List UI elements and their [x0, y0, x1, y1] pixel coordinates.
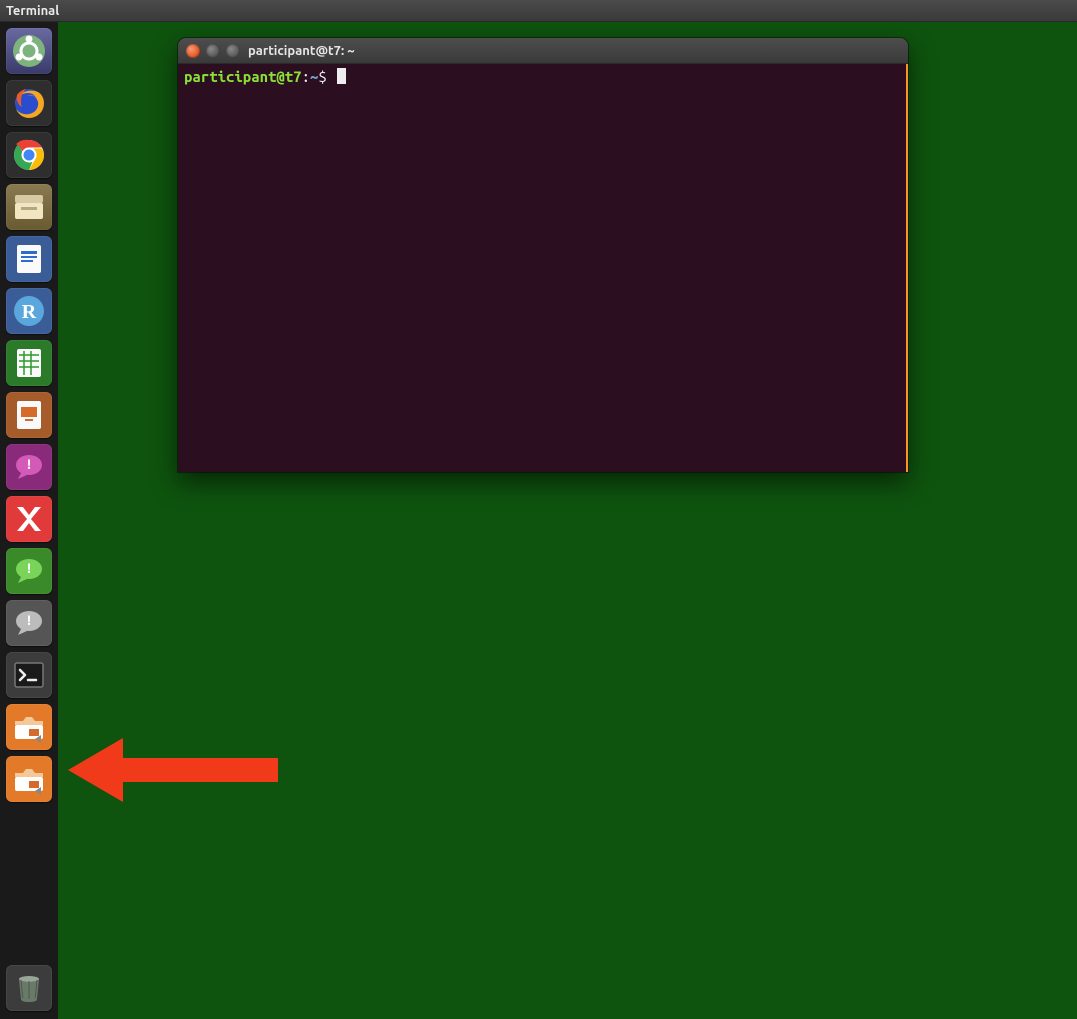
svg-text:!: ! [27, 560, 31, 576]
launcher-chat-purple[interactable]: ! [6, 444, 52, 490]
screenshot2-icon [11, 761, 47, 797]
chat-green-icon: ! [11, 553, 47, 589]
window-maximize-button[interactable] [226, 44, 240, 58]
calc-icon [11, 345, 47, 381]
screenshot1-icon [11, 709, 47, 745]
ubuntu-icon [11, 33, 47, 69]
annotation-arrow [68, 730, 288, 810]
launcher-impress[interactable] [6, 392, 52, 438]
trash-icon [11, 970, 47, 1006]
launcher-chat-grey[interactable]: ! [6, 600, 52, 646]
launcher-screenshot-1[interactable] [6, 704, 52, 750]
window-buttons [186, 44, 240, 58]
launcher-writer[interactable] [6, 236, 52, 282]
terminal-cursor [337, 68, 346, 84]
xmind-icon [11, 501, 47, 537]
menu-app-name: Terminal [6, 4, 59, 18]
window-close-button[interactable] [186, 44, 200, 58]
writer-icon [11, 241, 47, 277]
prompt-user-host: participant@t7 [184, 68, 302, 85]
top-menu-bar[interactable]: Terminal [0, 0, 1077, 22]
window-titlebar[interactable]: participant@t7: ~ [178, 38, 908, 64]
chrome-icon [11, 137, 47, 173]
desktop[interactable]: participant@t7: ~ participant@t7:~$ [58, 22, 1077, 1019]
rstudio-icon: R [11, 293, 47, 329]
unity-launcher: R ! [0, 22, 58, 1019]
launcher-rstudio[interactable]: R [6, 288, 52, 334]
window-minimize-button[interactable] [206, 44, 220, 58]
launcher-chrome[interactable] [6, 132, 52, 178]
svg-text:R: R [22, 301, 37, 323]
terminal-icon [11, 657, 47, 693]
prompt-symbol: $ [318, 68, 326, 85]
prompt-separator: : [302, 68, 310, 85]
impress-icon [11, 397, 47, 433]
launcher-xmind[interactable] [6, 496, 52, 542]
svg-text:!: ! [27, 612, 31, 628]
chat-purple-icon: ! [11, 449, 47, 485]
launcher-trash[interactable] [6, 965, 52, 1011]
window-title: participant@t7: ~ [248, 44, 355, 58]
firefox-icon [11, 85, 47, 121]
terminal-body[interactable]: participant@t7:~$ [178, 64, 908, 472]
file-manager-icon [11, 189, 47, 225]
launcher-files[interactable] [6, 184, 52, 230]
launcher-firefox[interactable] [6, 80, 52, 126]
launcher-terminal[interactable] [6, 652, 52, 698]
launcher-dash[interactable] [6, 28, 52, 74]
terminal-window[interactable]: participant@t7: ~ participant@t7:~$ [178, 38, 908, 472]
launcher-chat-green[interactable]: ! [6, 548, 52, 594]
launcher-calc[interactable] [6, 340, 52, 386]
chat-grey-icon: ! [11, 605, 47, 641]
launcher-screenshot-2[interactable] [6, 756, 52, 802]
svg-text:!: ! [27, 456, 31, 472]
